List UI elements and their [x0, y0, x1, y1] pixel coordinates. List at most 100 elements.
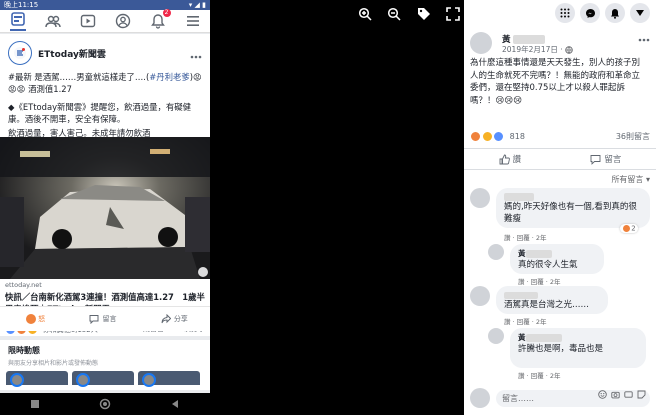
like-button[interactable]: 讚 [499, 153, 522, 165]
zoom-out-icon[interactable] [387, 7, 401, 21]
apps-menu-button[interactable] [555, 3, 575, 23]
post-header: ETtoday新聞雲 [0, 34, 210, 69]
comment-count[interactable]: 36則留言 [616, 131, 650, 142]
emoji-icon[interactable] [598, 390, 607, 399]
angry-reaction-icon [622, 224, 631, 233]
commenter-name[interactable]: 黃 [518, 332, 638, 343]
watch-icon[interactable] [80, 13, 96, 29]
redacted-name-block [525, 334, 562, 342]
comment-reaction-badge[interactable]: 2 [620, 224, 638, 233]
react-label: 怒 [38, 315, 46, 323]
notification-badge: 2 [162, 9, 171, 17]
notifications-icon[interactable]: 2 [150, 9, 171, 29]
redacted-name-block [525, 250, 552, 258]
author-avatar[interactable] [470, 32, 492, 54]
composer-icons [598, 390, 646, 399]
commenter-name[interactable] [504, 192, 642, 201]
account-menu-button[interactable] [630, 3, 650, 23]
bell-icon [611, 8, 619, 19]
commenter-avatar[interactable] [470, 188, 490, 208]
story-thumbnail[interactable] [72, 371, 134, 387]
crash-scene-photo[interactable] [0, 137, 210, 279]
panel-action-bar: 讚 留言 [464, 148, 656, 170]
comment-text: 真的很令人生氣 [518, 260, 578, 270]
more-options-icon[interactable] [638, 38, 650, 42]
comment-text: 媽的,昨天好像也有一個,看到真的很難瘦 [504, 202, 637, 224]
commenter-name[interactable] [504, 290, 600, 299]
zoom-in-icon[interactable] [358, 7, 372, 21]
comment-panel: 黃 2019年2月17日 · 為什麼這種事情還是天天發生，別人的孩子別人的生命就… [464, 0, 656, 415]
commenter-name[interactable]: 黃 [518, 248, 596, 259]
link-domain: ettoday.net [5, 281, 42, 289]
status-time: 晚上11:15 [4, 1, 39, 9]
share-button[interactable]: 分享 [161, 314, 188, 324]
globe-icon [565, 46, 573, 54]
post-stats: 818 36則留言 [470, 131, 650, 142]
reaction-summary-right[interactable]: 818 [470, 131, 525, 142]
comment-label: 留言 [604, 155, 622, 165]
comment-actions[interactable]: 讚 · 回覆 · 2年 [518, 276, 561, 286]
hashtag-link[interactable]: #丹利老爹 [149, 72, 190, 82]
commenter-avatar[interactable] [488, 328, 504, 344]
comment-bubble: 媽的,昨天好像也有一個,看到真的很難瘦 [496, 188, 650, 228]
post-body: 為什麼這種事情還是天天發生，別人的孩子別人的生命就死不完嗎？！無能的政府和革命立… [470, 57, 648, 107]
comment-bubble: 黃 許騰也是啊，毒品也是 [510, 328, 646, 368]
comment-button[interactable]: 留言 [590, 153, 621, 165]
page-avatar[interactable] [8, 41, 32, 65]
menu-icon[interactable] [185, 13, 201, 29]
story-thumbnail[interactable] [6, 371, 68, 387]
commenter-avatar[interactable] [488, 244, 504, 260]
redacted-name-block [513, 35, 546, 44]
fullscreen-icon[interactable] [446, 7, 460, 21]
ettoday-logo-icon [14, 47, 26, 59]
story-thumbnail[interactable] [138, 371, 200, 387]
camera-icon[interactable] [611, 390, 620, 399]
page-name[interactable]: ETtoday新聞雲 [38, 47, 106, 60]
phone-screenshot: 晚上11:15 ▾ ◢ ▮ 2 ETtoday新聞雲 #最新 是酒駕……男童就這… [0, 0, 210, 415]
status-icons: ▾ ◢ ▮ [188, 1, 206, 9]
angry-face-icon [25, 313, 38, 325]
react-button[interactable]: 怒 [22, 313, 45, 325]
like-label: 讚 [512, 155, 522, 165]
recent-apps-icon[interactable] [30, 399, 40, 409]
back-icon[interactable] [170, 399, 180, 409]
post-options-icon[interactable] [190, 44, 202, 63]
commenter-avatar[interactable] [470, 286, 490, 306]
post-date[interactable]: 2019年2月17日 · [502, 45, 563, 54]
comment-actions[interactable]: 讚 · 回覆 · 2年 [504, 232, 547, 242]
angry-reaction-icon [470, 131, 481, 142]
comment-icon [590, 154, 601, 165]
sticker-icon[interactable] [637, 390, 646, 399]
comment-actions[interactable]: 讚 · 回覆 · 2年 [518, 370, 561, 380]
stories-section: 限時動態 與朋友分享相片和影片或發佈動態 [0, 340, 210, 390]
panel-top-bar [464, 0, 656, 26]
status-bar: 晚上11:15 ▾ ◢ ▮ [0, 0, 210, 10]
gif-icon[interactable] [624, 390, 633, 399]
friends-icon[interactable] [44, 13, 61, 29]
viewer-toolbar [358, 4, 460, 24]
sad-emoji-icon: 😢😢😢 [495, 95, 523, 106]
facebook-nav-bar: 2 [0, 9, 210, 33]
post-line1: #最新 是酒駕……男童就這樣走了….( [8, 72, 150, 82]
tag-icon[interactable] [417, 7, 431, 21]
news-feed-icon[interactable] [9, 11, 26, 31]
post-action-bar: 怒 留言 分享 [0, 306, 210, 331]
sad-reaction-icon [481, 131, 493, 142]
redacted-name-block [504, 193, 534, 201]
caret-down-icon [636, 10, 644, 16]
profile-icon[interactable] [115, 13, 131, 29]
comment-button[interactable]: 留言 [89, 314, 116, 324]
messenger-button[interactable] [580, 3, 600, 23]
comment-sort-dropdown[interactable]: 所有留言 ▾ [611, 174, 650, 185]
my-avatar[interactable] [470, 388, 490, 408]
comment-text: 許騰也是啊，毒品也是 [518, 344, 604, 354]
comment-composer: 留言…… [470, 388, 650, 410]
comment-icon [89, 315, 99, 324]
post-text: #最新 是酒駕……男童就這樣走了….(#丹利老爹)😡😡😡 酒測值1.27 ◆《E… [0, 69, 210, 139]
android-nav-bar [0, 393, 210, 415]
notifications-button[interactable] [605, 3, 625, 23]
comment-actions[interactable]: 讚 · 回覆 · 2年 [504, 316, 547, 326]
redacted-name-block [504, 291, 538, 299]
stories-title: 限時動態 [8, 346, 40, 355]
home-icon[interactable] [99, 398, 111, 410]
